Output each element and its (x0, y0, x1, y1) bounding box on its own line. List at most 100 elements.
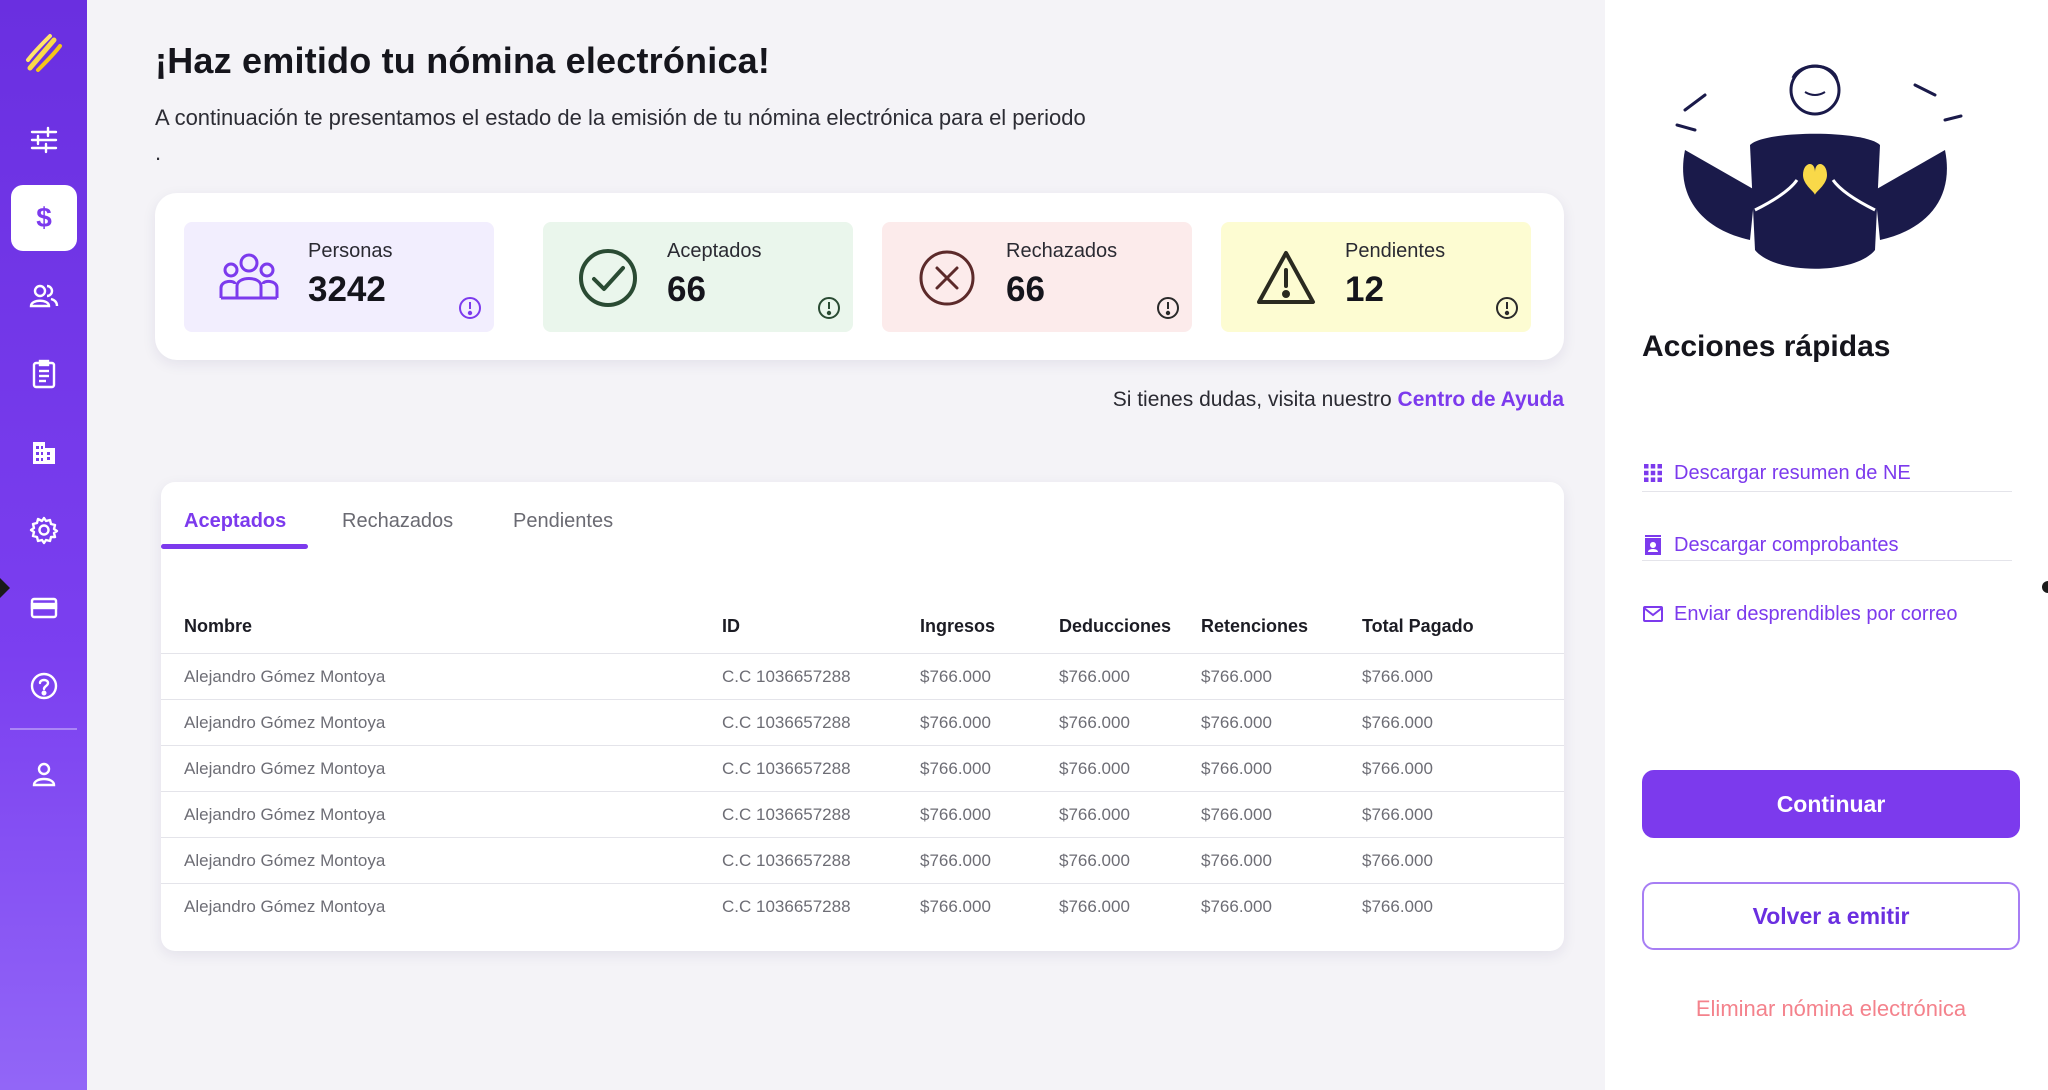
cell-total-pagado: $766.000 (1362, 759, 1433, 778)
users-icon (29, 284, 59, 308)
send-stubs-email-action[interactable]: Enviar desprendibles por correo (1642, 591, 2012, 643)
cell-total-pagado: $766.000 (1362, 667, 1433, 686)
cell-retenciones: $766.000 (1201, 667, 1272, 686)
column-header: Ingresos (920, 616, 996, 636)
cell-deducciones: $766.000 (1059, 851, 1130, 870)
cell-total-pagado: $766.000 (1362, 713, 1433, 732)
sidebar-item-settings-sliders[interactable] (11, 107, 77, 173)
reissue-button[interactable]: Volver a emitir (1642, 882, 2020, 950)
stat-value: 66 (1006, 270, 1045, 309)
stat-value: 3242 (308, 270, 386, 309)
x-circle-icon (919, 250, 975, 306)
cell-retenciones: $766.000 (1201, 713, 1272, 732)
cell-ingresos: $766.000 (920, 851, 991, 870)
sidebar-item-profile[interactable] (11, 741, 77, 807)
sidebar-item-settings[interactable] (11, 497, 77, 563)
cell-ingresos: $766.000 (920, 713, 991, 732)
cell-id: C.C 1036657288 (722, 897, 851, 916)
sidebar-item-reports[interactable] (11, 341, 77, 407)
info-icon[interactable] (458, 296, 482, 320)
cell-id: C.C 1036657288 (722, 805, 851, 824)
action-label: Descargar comprobantes (1674, 534, 1899, 556)
action-label: Enviar desprendibles por correo (1674, 603, 1958, 625)
tab-aceptados[interactable]: Aceptados (184, 510, 286, 533)
cell-deducciones: $766.000 (1059, 667, 1130, 686)
sidebar-item-payroll[interactable]: $ (11, 185, 77, 251)
results-table-card: Aceptados Rechazados Pendientes Nombre I… (161, 482, 1564, 951)
table-row[interactable]: Alejandro Gómez Montoya C.C 1036657288 $… (161, 654, 1564, 700)
cell-retenciones: $766.000 (1201, 851, 1272, 870)
cell-nombre: Alejandro Gómez Montoya (184, 851, 386, 870)
info-icon[interactable] (817, 296, 841, 320)
info-icon[interactable] (1156, 296, 1180, 320)
dollar-icon: $ (36, 203, 52, 233)
info-icon[interactable] (1495, 296, 1519, 320)
sidebar-item-help[interactable] (11, 653, 77, 719)
sidebar-item-billing[interactable] (11, 575, 77, 641)
cell-id: C.C 1036657288 (722, 713, 851, 732)
cell-total-pagado: $766.000 (1362, 851, 1433, 870)
help-prefix: Si tienes dudas, visita nuestro (1112, 388, 1392, 411)
stat-label: Rechazados (1006, 240, 1118, 262)
stat-card-aceptados[interactable]: Aceptados 66 (543, 222, 853, 332)
cell-id: C.C 1036657288 (722, 759, 851, 778)
cell-retenciones: $766.000 (1201, 759, 1272, 778)
contact-card-icon (1645, 535, 1661, 555)
cell-nombre: Alejandro Gómez Montoya (184, 713, 386, 732)
sidebar-divider (10, 728, 77, 730)
check-circle-icon (579, 249, 637, 307)
sidebar-item-employees[interactable] (11, 263, 77, 329)
credit-card-icon (30, 597, 58, 619)
building-icon (33, 442, 55, 464)
help-text: Si tienes dudas, visita nuestro Centro d… (1113, 388, 1564, 412)
stat-card-personas[interactable]: Personas 3242 (184, 222, 494, 332)
help-center-link[interactable]: Centro de Ayuda (1398, 388, 1564, 411)
quick-actions-title: Acciones rápidas (1642, 330, 1891, 363)
download-summary-action[interactable]: Descargar resumen de NE (1642, 450, 2012, 502)
tab-rechazados[interactable]: Rechazados (342, 510, 453, 533)
page-subtitle: A continuación te presentamos el estado … (155, 105, 1086, 165)
cell-deducciones: $766.000 (1059, 897, 1130, 916)
stat-value: 12 (1345, 270, 1384, 309)
svg-text:$: $ (36, 203, 52, 233)
table-row[interactable]: Alejandro Gómez Montoya C.C 1036657288 $… (161, 838, 1564, 884)
cell-ingresos: $766.000 (920, 897, 991, 916)
column-header: Nombre (184, 616, 253, 636)
clipboard-icon (32, 359, 56, 389)
column-header: Retenciones (1201, 616, 1309, 636)
stat-label: Personas (308, 240, 393, 262)
help-icon (30, 672, 58, 700)
cell-nombre: Alejandro Gómez Montoya (184, 897, 386, 916)
table-row[interactable]: Alejandro Gómez Montoya C.C 1036657288 $… (161, 700, 1564, 746)
stats-summary-card: Personas 3242 Aceptados 66 Rechazados 66… (155, 193, 1564, 360)
cell-deducciones: $766.000 (1059, 759, 1130, 778)
sidebar-collapse-arrow-icon[interactable] (0, 578, 10, 598)
brand-logo-icon[interactable] (20, 30, 66, 76)
column-header: Total Pagado (1362, 616, 1474, 636)
column-header: ID (722, 616, 740, 636)
divider (1642, 491, 2012, 492)
table-row[interactable]: Alejandro Gómez Montoya C.C 1036657288 $… (161, 792, 1564, 838)
cell-ingresos: $766.000 (920, 805, 991, 824)
stat-card-pendientes[interactable]: Pendientes 12 (1221, 222, 1531, 332)
table-row[interactable]: Alejandro Gómez Montoya C.C 1036657288 $… (161, 884, 1564, 930)
delete-payroll-button[interactable]: Eliminar nómina electrónica (1642, 996, 2020, 1022)
continue-button[interactable]: Continuar (1642, 770, 2020, 838)
people-group-icon (219, 253, 279, 300)
quick-actions-panel: Acciones rápidas Descargar resumen de NE… (1605, 0, 2048, 1090)
grid-icon (1644, 464, 1662, 482)
mail-icon (1643, 606, 1663, 622)
tab-pendientes[interactable]: Pendientes (513, 510, 613, 533)
sidebar-item-company[interactable] (11, 419, 77, 485)
table-row[interactable]: Alejandro Gómez Montoya C.C 1036657288 $… (161, 746, 1564, 792)
stat-value: 66 (667, 270, 706, 309)
panel-edge-handle-icon[interactable] (2042, 581, 2048, 593)
stat-label: Aceptados (667, 240, 762, 262)
cell-nombre: Alejandro Gómez Montoya (184, 759, 386, 778)
stat-card-rechazados[interactable]: Rechazados 66 (882, 222, 1192, 332)
gear-icon (29, 516, 59, 545)
cell-deducciones: $766.000 (1059, 805, 1130, 824)
download-receipts-action[interactable]: Descargar comprobantes (1642, 522, 2012, 574)
cell-ingresos: $766.000 (920, 759, 991, 778)
stat-label: Pendientes (1345, 240, 1446, 262)
